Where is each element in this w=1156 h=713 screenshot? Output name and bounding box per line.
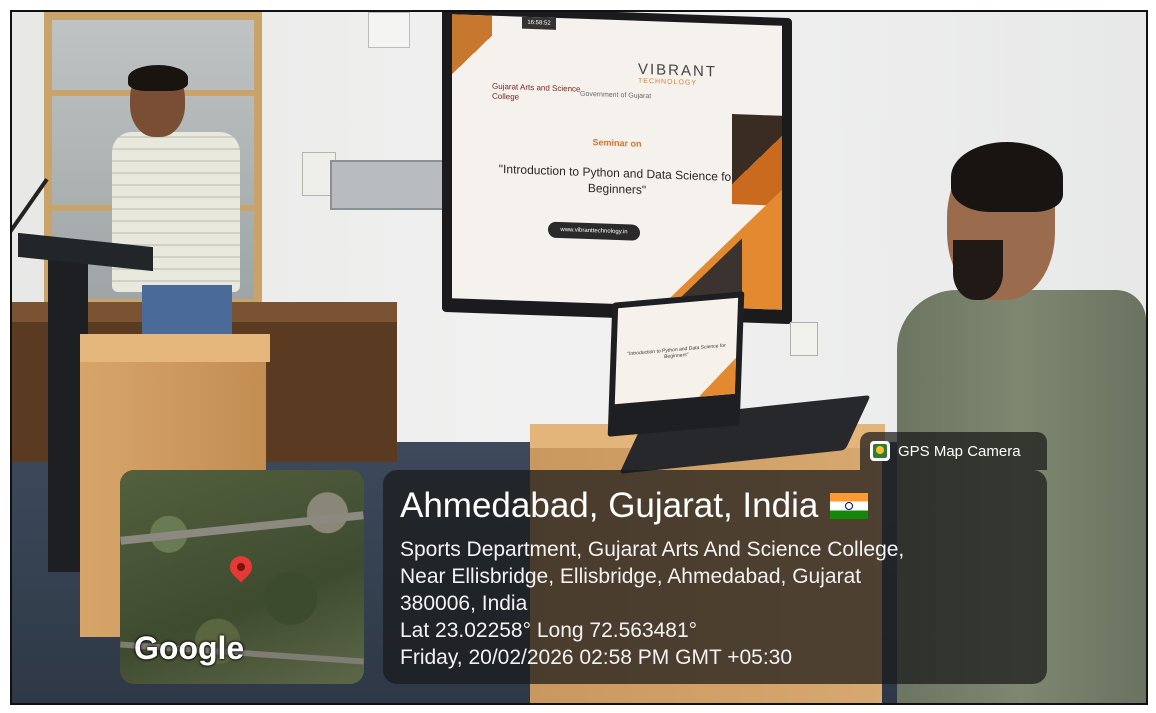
laptop: "Introduction to Python and Data Science… bbox=[607, 291, 745, 437]
location-map-thumbnail: Google bbox=[120, 470, 364, 684]
india-flag-icon bbox=[830, 493, 869, 519]
location-title: Ahmedabad, Gujarat, India bbox=[400, 484, 869, 528]
location-title-text: Ahmedabad, Gujarat, India bbox=[400, 486, 819, 525]
gps-map-camera-badge: GPS Map Camera bbox=[860, 432, 1047, 470]
wall-unit bbox=[330, 160, 450, 210]
gps-camera-icon bbox=[870, 441, 890, 461]
laptop-slide-decoration bbox=[698, 357, 737, 397]
address-line-3: 380006, India bbox=[400, 592, 528, 615]
date-time: Friday, 20/02/2026 02:58 PM GMT +05:30 bbox=[400, 646, 793, 669]
slide-government: Government of Gujarat bbox=[580, 90, 652, 101]
location-info-panel: Ahmedabad, Gujarat, India Sports Departm… bbox=[383, 470, 1047, 684]
slide-college: Gujarat Arts and Science College bbox=[492, 81, 581, 102]
slide-url: www.vibranttechnology.in bbox=[548, 221, 640, 241]
address-line-1: Sports Department, Gujarat Arts And Scie… bbox=[400, 538, 905, 561]
slide-timer: 16:58:52 bbox=[522, 16, 556, 30]
photo-frame: 16:58:52 Gujarat Arts and Science Colleg… bbox=[10, 10, 1148, 705]
laptop-screen: "Introduction to Python and Data Science… bbox=[614, 297, 739, 405]
side-table-top bbox=[80, 334, 270, 362]
slide-decoration bbox=[452, 14, 492, 96]
address-line-2: Near Ellisbridge, Ellisbridge, Ahmedabad… bbox=[400, 565, 862, 588]
presenter bbox=[112, 65, 244, 347]
display-screen: 16:58:52 Gujarat Arts and Science Colleg… bbox=[442, 12, 792, 325]
badge-label: GPS Map Camera bbox=[898, 442, 1021, 460]
coordinates: Lat 23.02258° Long 72.563481° bbox=[400, 619, 698, 642]
slide: 16:58:52 Gujarat Arts and Science Colleg… bbox=[452, 14, 782, 310]
attendee-hair bbox=[951, 142, 1063, 212]
attendee-beard bbox=[953, 240, 1003, 300]
presenter-hair bbox=[128, 65, 188, 91]
google-watermark: Google bbox=[134, 630, 245, 666]
slide-brand: VIBRANT TECHNOLOGY bbox=[638, 61, 717, 88]
power-outlet bbox=[790, 322, 818, 356]
wall-sensor bbox=[368, 12, 410, 48]
